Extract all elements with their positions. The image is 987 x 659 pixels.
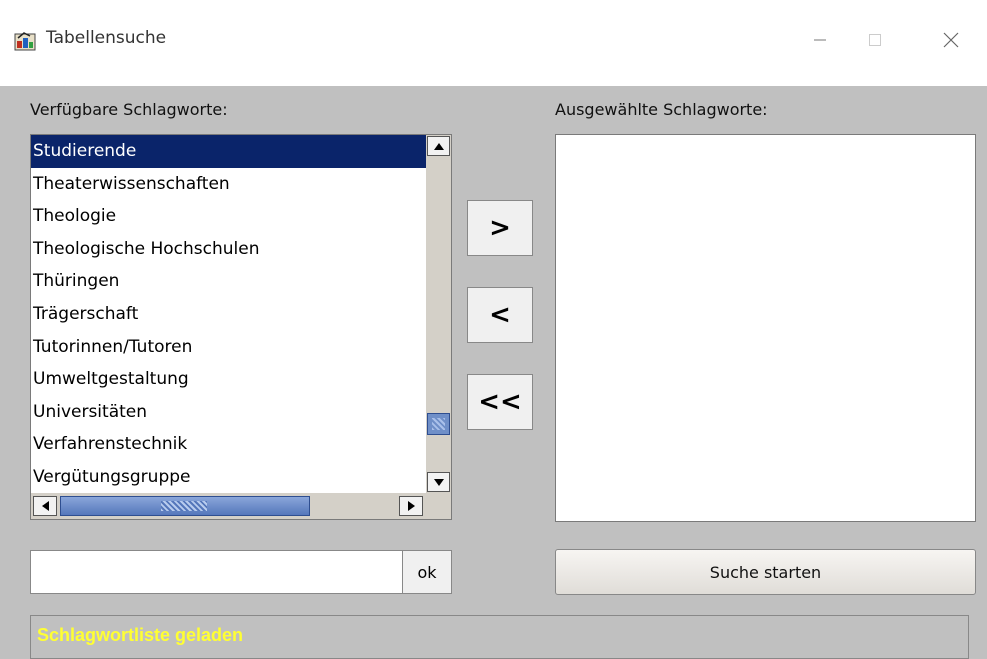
window-title: Tabellensuche	[46, 28, 167, 48]
list-item[interactable]: Theologische Hochschulen	[31, 233, 426, 266]
close-button[interactable]	[928, 18, 974, 62]
add-keyword-button[interactable]: >	[467, 200, 533, 256]
scroll-down-button[interactable]	[427, 472, 450, 492]
arrow-left-icon	[41, 501, 49, 511]
ok-button[interactable]: ok	[402, 550, 452, 594]
title-bar[interactable]: Tabellensuche	[0, 0, 987, 86]
scroll-up-button[interactable]	[427, 136, 450, 156]
remove-all-keywords-button[interactable]: <<	[467, 374, 533, 430]
arrow-right-icon	[407, 501, 415, 511]
vertical-scroll-thumb[interactable]	[427, 413, 450, 435]
close-icon	[943, 32, 959, 48]
minimize-button[interactable]	[797, 18, 843, 62]
list-items-container: Studierende Theaterwissenschaften Theologi…	[31, 135, 426, 493]
keyword-search-input[interactable]	[30, 550, 403, 594]
list-item[interactable]: Vergütungsgruppe	[31, 461, 426, 493]
maximize-button[interactable]	[852, 18, 898, 62]
scroll-right-button[interactable]	[399, 496, 423, 516]
scrollbar-corner	[426, 493, 451, 519]
available-keywords-label: Verfügbare Schlagworte:	[30, 100, 228, 119]
list-item[interactable]: Studierende	[31, 135, 426, 168]
start-search-button[interactable]: Suche starten	[555, 549, 976, 595]
list-item[interactable]: Umweltgestaltung	[31, 363, 426, 396]
remove-keyword-button[interactable]: <	[467, 287, 533, 343]
horizontal-scroll-thumb[interactable]	[60, 496, 310, 516]
available-keywords-list[interactable]: Studierende Theaterwissenschaften Theologi…	[30, 134, 452, 520]
arrow-up-icon	[433, 142, 444, 150]
horizontal-scrollbar[interactable]	[31, 493, 426, 519]
maximize-icon	[869, 34, 881, 46]
list-item[interactable]: Trägerschaft	[31, 298, 426, 331]
selected-keywords-list[interactable]	[555, 134, 976, 522]
list-item[interactable]: Thüringen	[31, 265, 426, 298]
selected-keywords-label: Ausgewählte Schlagworte:	[555, 100, 768, 119]
list-item[interactable]: Theologie	[31, 200, 426, 233]
list-item[interactable]: Theaterwissenschaften	[31, 168, 426, 201]
minimize-icon	[814, 39, 826, 41]
scroll-left-button[interactable]	[33, 496, 57, 516]
app-icon	[14, 32, 36, 51]
status-bar: Schlagwortliste geladen	[30, 615, 969, 659]
status-text: Schlagwortliste geladen	[37, 625, 244, 645]
tabellensuche-window: Tabellensuche Verfügbare Schlagworte: Au…	[0, 0, 987, 659]
list-item[interactable]: Verfahrenstechnik	[31, 428, 426, 461]
arrow-down-icon	[433, 478, 444, 486]
list-item[interactable]: Universitäten	[31, 396, 426, 429]
vertical-scrollbar[interactable]	[426, 135, 451, 493]
list-item[interactable]: Tutorinnen/Tutoren	[31, 331, 426, 364]
